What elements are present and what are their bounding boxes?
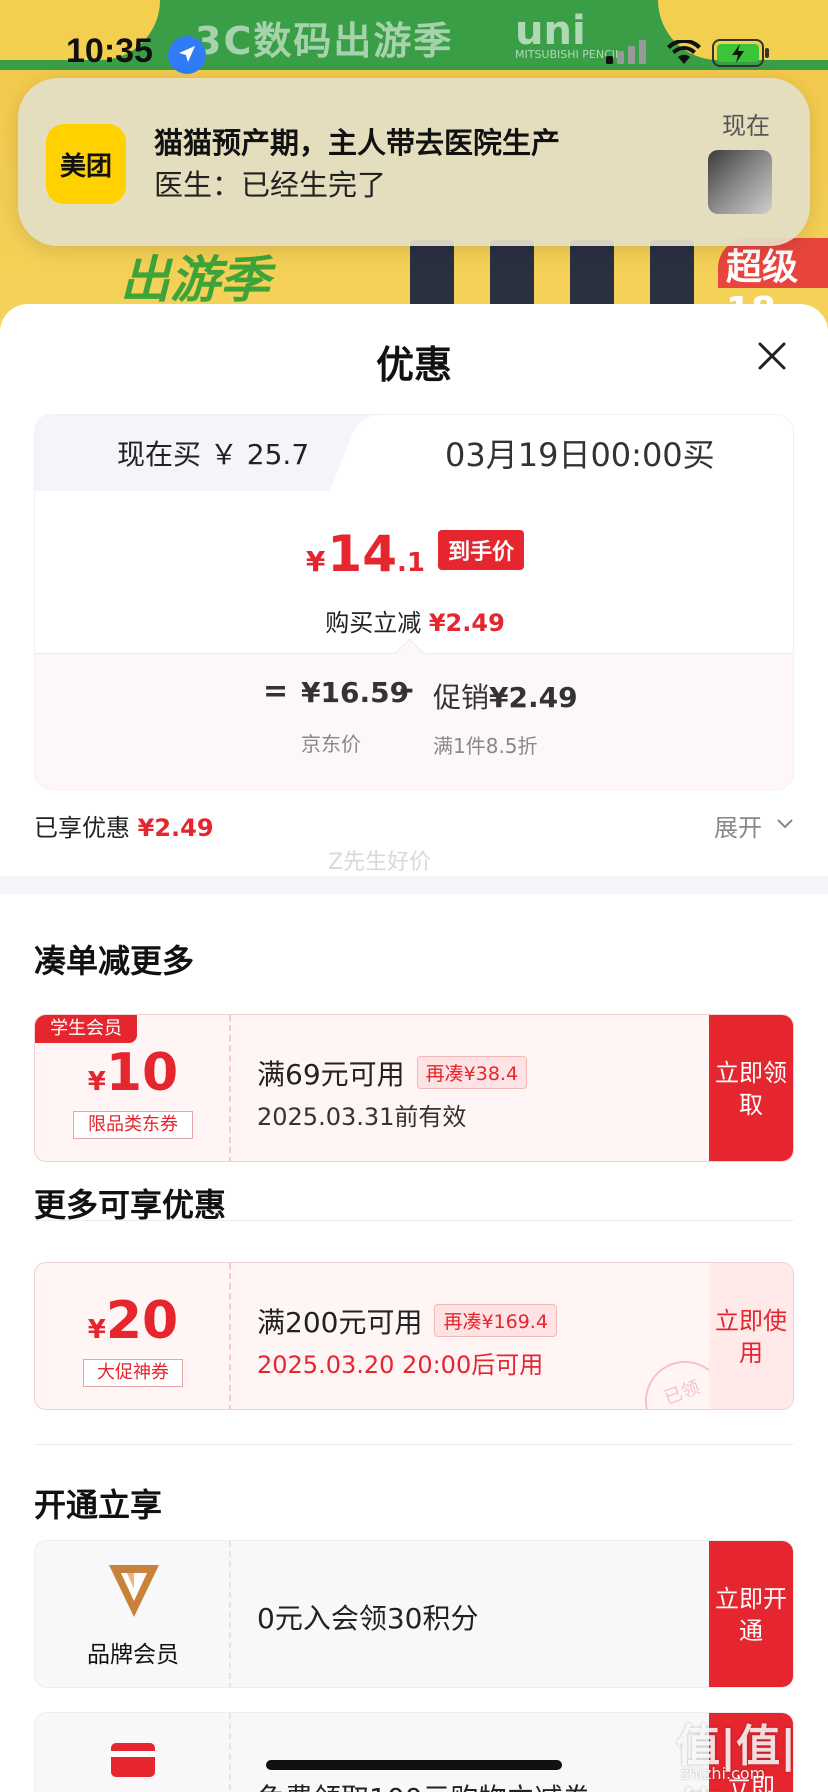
chevron-down-icon[interactable] <box>776 818 794 830</box>
notification-body: 医生：已经生完了 <box>154 168 387 202</box>
watermark: Z先生好价 <box>328 850 432 875</box>
coupon-condition: 满200元可用 再凑¥169.4 <box>257 1301 557 1341</box>
coupon-validity: 2025.03.20 20:00后可用 <box>257 1351 544 1379</box>
final-price-integer: 14 <box>327 525 397 583</box>
coupon-validity: 2025.03.31前有效 <box>257 1103 467 1131</box>
section-title-bundle: 凑单减更多 <box>34 942 195 980</box>
status-time: 10:35 <box>66 32 153 70</box>
section-title-membership: 开通立享 <box>34 1486 163 1524</box>
push-notification[interactable]: 美团 猫猫预产期，主人带去医院生产 医生：已经生完了 现在 <box>18 78 810 246</box>
coupon-amount-value: 20 <box>105 1291 179 1351</box>
meituan-app-icon: 美团 <box>46 124 126 204</box>
coupon-type-tag: 限品类东券 <box>73 1111 193 1139</box>
home-indicator[interactable] <box>266 1760 562 1770</box>
coupon-gap-badge: 再凑¥38.4 <box>416 1056 528 1089</box>
coupon-condition-text: 满69元可用 <box>257 1058 405 1091</box>
minus-sign: – <box>399 672 414 707</box>
coupon-amount: ¥20 <box>35 1291 231 1351</box>
coupon-gap-badge: 再凑¥169.4 <box>434 1304 557 1337</box>
notification-thumbnail <box>708 150 772 214</box>
promo-rule: 满1件8.5折 <box>433 734 538 758</box>
promo-label: 促销 <box>433 681 490 714</box>
location-arrow-icon <box>168 36 206 74</box>
promo-discount: 促销¥2.49 <box>433 676 578 716</box>
coupon-condition: 满69元可用 再凑¥38.4 <box>257 1053 528 1093</box>
instant-reduce-label: 购买立减 <box>325 609 422 637</box>
card-logo-panel <box>35 1713 231 1792</box>
final-price-decimal: .1 <box>397 548 425 578</box>
battery-charging-icon <box>712 39 769 67</box>
final-price-row: ¥ 14 .1 到手价 <box>35 525 793 583</box>
enjoyed-discount: 已享优惠 ¥2.49 <box>34 808 214 843</box>
section-divider <box>0 876 828 894</box>
coupon-currency: ¥ <box>87 1067 106 1097</box>
coupon-value-panel: 学生会员 ¥10 限品类东券 <box>35 1015 231 1161</box>
separator <box>34 1444 794 1445</box>
member-offer-text: 0元入会领30积分 <box>257 1602 479 1635</box>
coupon-card-10: 学生会员 ¥10 限品类东券 满69元可用 再凑¥38.4 2025.03.31前… <box>34 1014 794 1162</box>
coupon-value-panel: ¥20 大促神券 <box>35 1263 231 1409</box>
wifi-icon <box>667 40 701 64</box>
member-logo-panel: 品牌会员 <box>35 1541 231 1687</box>
tab-buy-later[interactable]: 03月19日00:00买 <box>375 415 793 491</box>
use-coupon-button[interactable]: 立即使用 <box>709 1263 793 1409</box>
banner-slogan: 出游季 <box>120 251 270 309</box>
card-offer-text: 免费领取100元购物立减券 <box>257 1777 590 1792</box>
coupon-amount-value: 10 <box>105 1043 179 1103</box>
price-breakdown: = ¥16.59 – 促销¥2.49 京东价 满1件8.5折 <box>35 653 793 789</box>
discount-sheet: 优惠 现在买 ￥ 25.7 03月19日00:00买 ¥ 14 .1 到手价 购… <box>0 304 828 1792</box>
jd-price: ¥16.59 <box>301 676 410 709</box>
sheet-title: 优惠 <box>375 343 452 387</box>
student-member-tag: 学生会员 <box>35 1015 137 1043</box>
enjoyed-value: ¥2.49 <box>137 814 214 842</box>
expand-button[interactable]: 展开 <box>714 808 762 843</box>
site-watermark-url: zhizhi.com <box>680 1764 766 1783</box>
brand-member-card: 品牌会员 0元入会领30积分 立即开通 <box>34 1540 794 1688</box>
jd-price-label: 京东价 <box>301 732 361 756</box>
promo-value: ¥2.49 <box>489 681 578 714</box>
coupon-amount: ¥10 <box>35 1043 231 1103</box>
cellular-signal-icon <box>606 40 646 64</box>
coupon-type-tag: 大促神券 <box>83 1359 183 1387</box>
notification-time: 现在 <box>722 112 770 140</box>
tab-buy-now-label: 现在买 ￥ 25.7 <box>117 438 310 471</box>
enjoyed-label: 已享优惠 <box>34 814 130 842</box>
final-price-currency: ¥ <box>305 545 326 578</box>
claim-coupon-button[interactable]: 立即领取 <box>709 1015 793 1161</box>
equals-sign: = <box>263 674 289 709</box>
price-card: 现在买 ￥ 25.7 03月19日00:00买 ¥ 14 .1 到手价 购买立减… <box>34 414 794 790</box>
brand-member-logo-icon <box>109 1565 159 1617</box>
brand-member-label: 品牌会员 <box>87 1642 179 1668</box>
open-membership-button[interactable]: 立即开通 <box>709 1541 793 1687</box>
final-price: ¥ 14 .1 <box>306 525 425 583</box>
coupon-card-20: ¥20 大促神券 满200元可用 再凑¥169.4 2025.03.20 20:0… <box>34 1262 794 1410</box>
close-icon[interactable] <box>756 340 788 372</box>
section-title-more: 更多可享优惠 <box>34 1186 227 1224</box>
tab-buy-later-label: 03月19日00:00买 <box>445 436 715 474</box>
credit-card-icon <box>111 1743 155 1777</box>
coupon-condition-text: 满200元可用 <box>257 1306 423 1339</box>
instant-reduce: 购买立减 ¥2.49 <box>35 603 793 638</box>
final-price-badge: 到手价 <box>438 530 525 570</box>
instant-reduce-value: ¥2.49 <box>428 609 505 637</box>
coupon-currency: ¥ <box>87 1315 106 1345</box>
notification-title: 猫猫预产期，主人带去医院生产 <box>154 126 561 160</box>
